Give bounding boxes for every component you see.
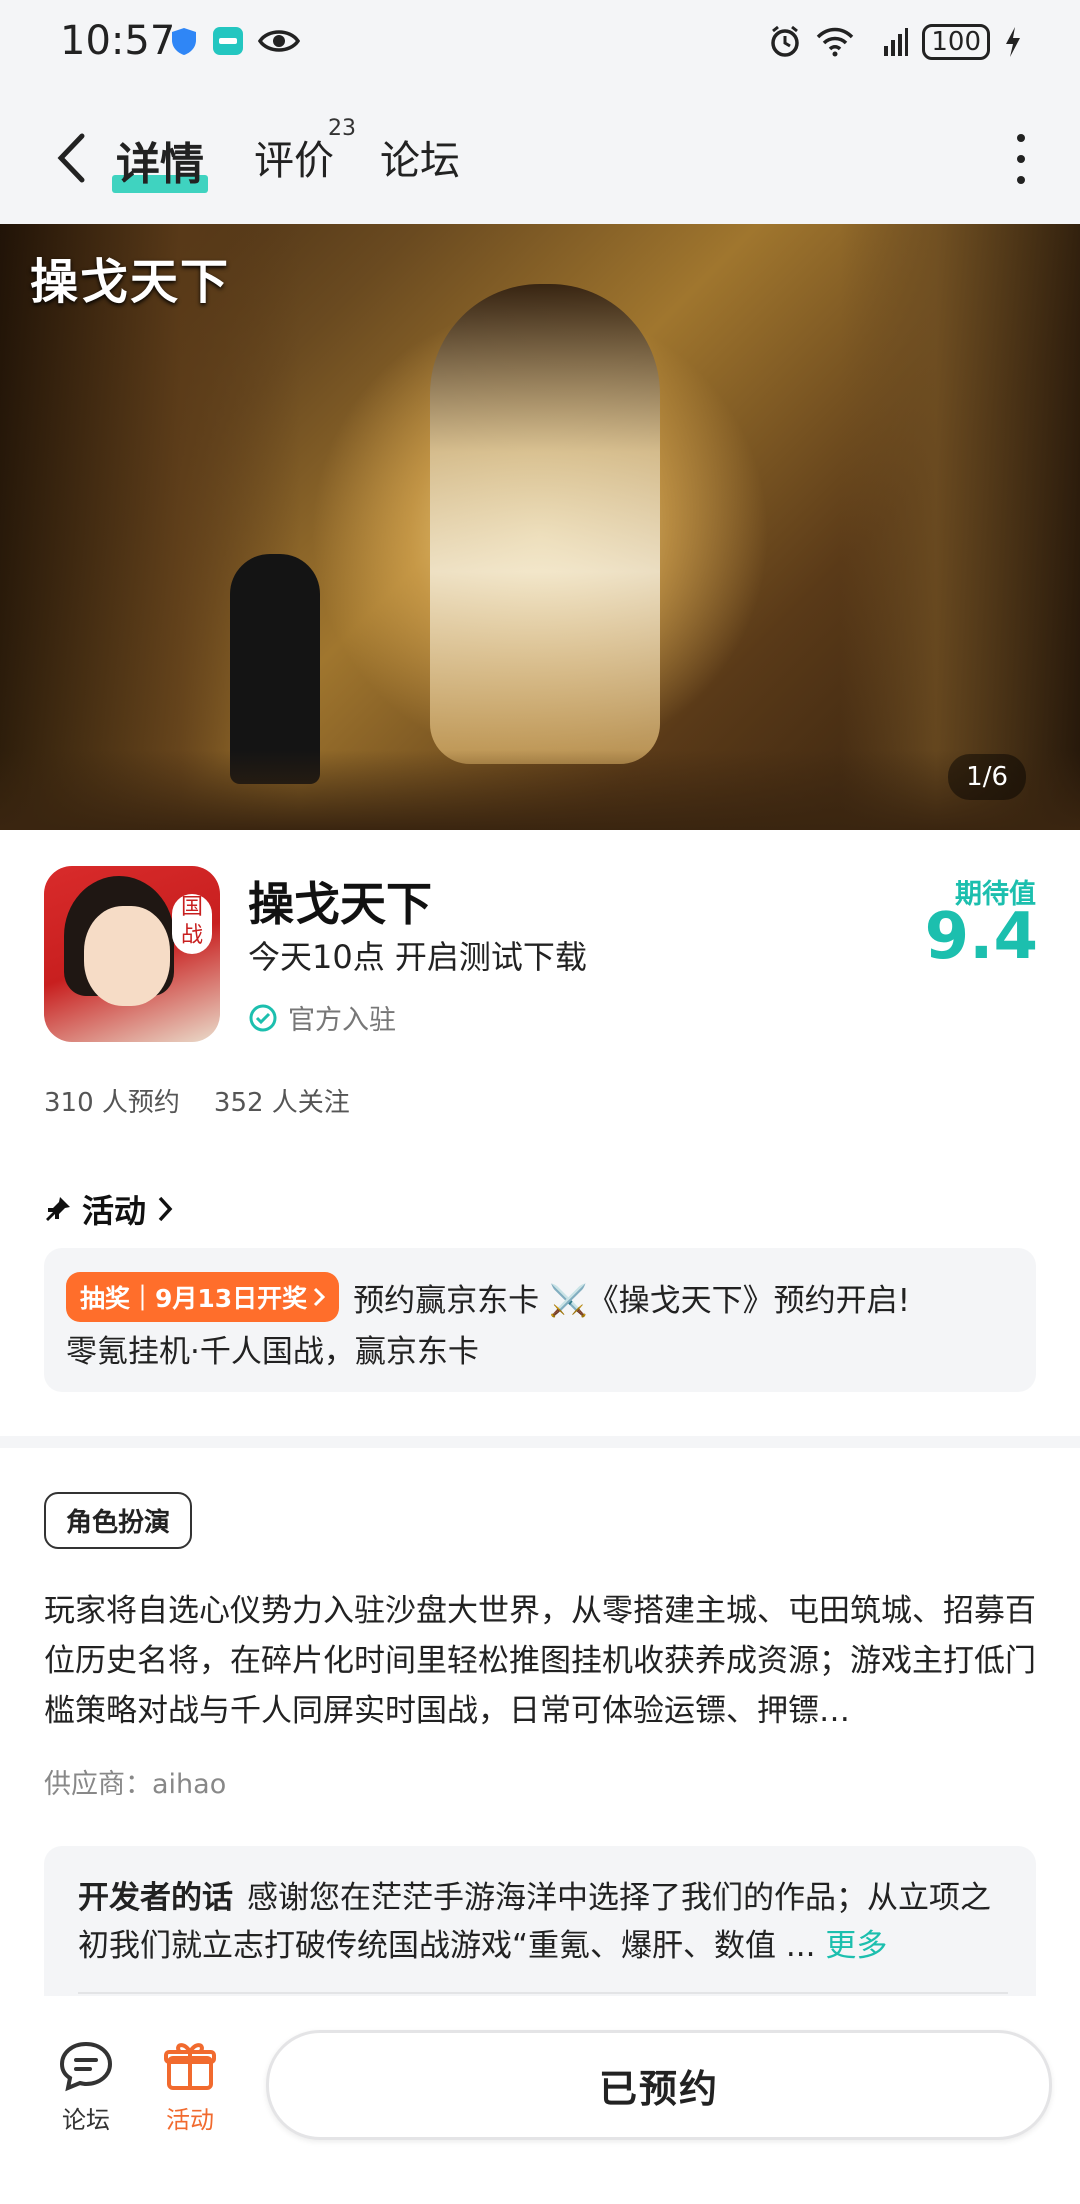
top-app-icon: [212, 26, 244, 56]
verified-check-icon: [249, 1004, 277, 1031]
developer-note-title: 开发者的话: [78, 1880, 233, 1916]
tab-reviews[interactable]: 评价: [254, 128, 334, 186]
lottery-badge-label: 抽奖｜9月13日开奖: [80, 1284, 308, 1313]
back-button[interactable]: [46, 128, 96, 188]
activity-description: 零氪挂机·千人国战，赢京东卡: [66, 1334, 479, 1370]
forum-chat-icon: [59, 2041, 113, 2092]
developer-note-more-link[interactable]: 更多: [825, 1928, 887, 1964]
app-icon-seal: 国战: [172, 894, 212, 954]
official-badge: 官方入驻: [248, 998, 396, 1037]
status-bar: 10:57 100: [0, 0, 1080, 90]
activity-label: 活动: [166, 2106, 214, 2134]
more-dot-icon: [1017, 134, 1025, 142]
bottom-nav-forum[interactable]: 论坛: [54, 2040, 118, 2135]
lottery-badge[interactable]: 抽奖｜9月13日开奖: [66, 1272, 340, 1322]
eye-icon: [258, 26, 300, 56]
reviews-count: 23: [328, 116, 356, 141]
more-dot-icon: [1017, 176, 1025, 184]
activity-section-header[interactable]: 活动: [44, 1186, 174, 1232]
reserved-button[interactable]: 已预约: [266, 2030, 1052, 2140]
section-divider: [0, 1436, 1080, 1448]
more-options-button[interactable]: [1006, 134, 1036, 184]
top-navigation-bar: 详情 评价 23 论坛: [0, 90, 1080, 224]
activity-first-line: 抽奖｜9月13日开奖 预约赢京东卡 ⚔️《操戈天下》预约开启!: [66, 1272, 910, 1322]
game-description[interactable]: 玩家将自选心仪势力入驻沙盘大世界，从零搭建主城、屯田筑城、招募百位历史名将，在碎…: [44, 1586, 1036, 1736]
pin-icon: [46, 1197, 70, 1221]
alarm-icon: [768, 25, 802, 59]
tab-details[interactable]: 详情: [116, 128, 204, 192]
forum-label: 论坛: [62, 2106, 110, 2134]
app-title: 操戈天下: [248, 877, 432, 931]
status-icons-left: [170, 26, 300, 56]
bottom-action-bar: 论坛 活动 已预约: [0, 2000, 1080, 2204]
charging-icon: [1004, 26, 1022, 58]
status-time: 10:57: [60, 18, 176, 64]
tab-forum[interactable]: 论坛: [380, 128, 460, 186]
app-icon: 国战: [44, 866, 220, 1042]
developer-note-card[interactable]: 开发者的话 感谢您在茫茫手游海洋中选择了我们的作品；从立项之初我们就立志打破传统国…: [44, 1846, 1036, 1996]
activity-header-label: 活动: [82, 1192, 147, 1230]
chevron-right-icon: [314, 1287, 326, 1307]
official-label: 官方入驻: [288, 1005, 396, 1036]
follower-count: 352 人关注: [213, 1088, 350, 1118]
app-icon-art-face: [84, 906, 170, 1006]
developer-note: 开发者的话 感谢您在茫茫手游海洋中选择了我们的作品；从立项之初我们就立志打破传统国…: [78, 1874, 1008, 1970]
divider: [78, 1992, 1008, 1994]
activity-card[interactable]: 抽奖｜9月13日开奖 预约赢京东卡 ⚔️《操戈天下》预约开启! 零氪挂机·千人国…: [44, 1248, 1036, 1392]
banner-game-logo: 操戈天下: [30, 254, 231, 310]
chevron-left-icon: [57, 133, 85, 183]
wifi-icon: [816, 27, 854, 57]
bottom-nav-activity[interactable]: 活动: [158, 2040, 222, 2135]
shield-icon: [170, 26, 198, 56]
banner-art-pillar-right: [840, 224, 1080, 830]
status-icons-right: 100: [768, 24, 1022, 60]
reservation-count: 310 人预约: [44, 1088, 180, 1118]
activity-title: 预约赢京东卡 ⚔️《操戈天下》预约开启!: [353, 1282, 911, 1319]
banner-art-character: [430, 284, 660, 764]
app-subtitle: 今天10点 开启测试下载: [248, 938, 587, 976]
genre-tag[interactable]: 角色扮演: [44, 1492, 193, 1549]
chevron-right-icon: [158, 1196, 173, 1222]
more-dot-icon: [1017, 155, 1025, 163]
vendor-label: 供应商：aihao: [44, 1769, 227, 1800]
signal-icon: [868, 26, 909, 58]
gift-icon: [164, 2043, 216, 2090]
banner-art-stairs: [0, 750, 1080, 830]
carousel-page-counter: 1/6: [948, 754, 1026, 800]
screenshot-carousel[interactable]: 操戈天下 1/6: [0, 224, 1080, 830]
app-stats: 310 人预约 352 人关注: [44, 1082, 350, 1119]
expectation-score: 9.4: [924, 900, 1038, 974]
battery-indicator: 100: [922, 24, 990, 60]
